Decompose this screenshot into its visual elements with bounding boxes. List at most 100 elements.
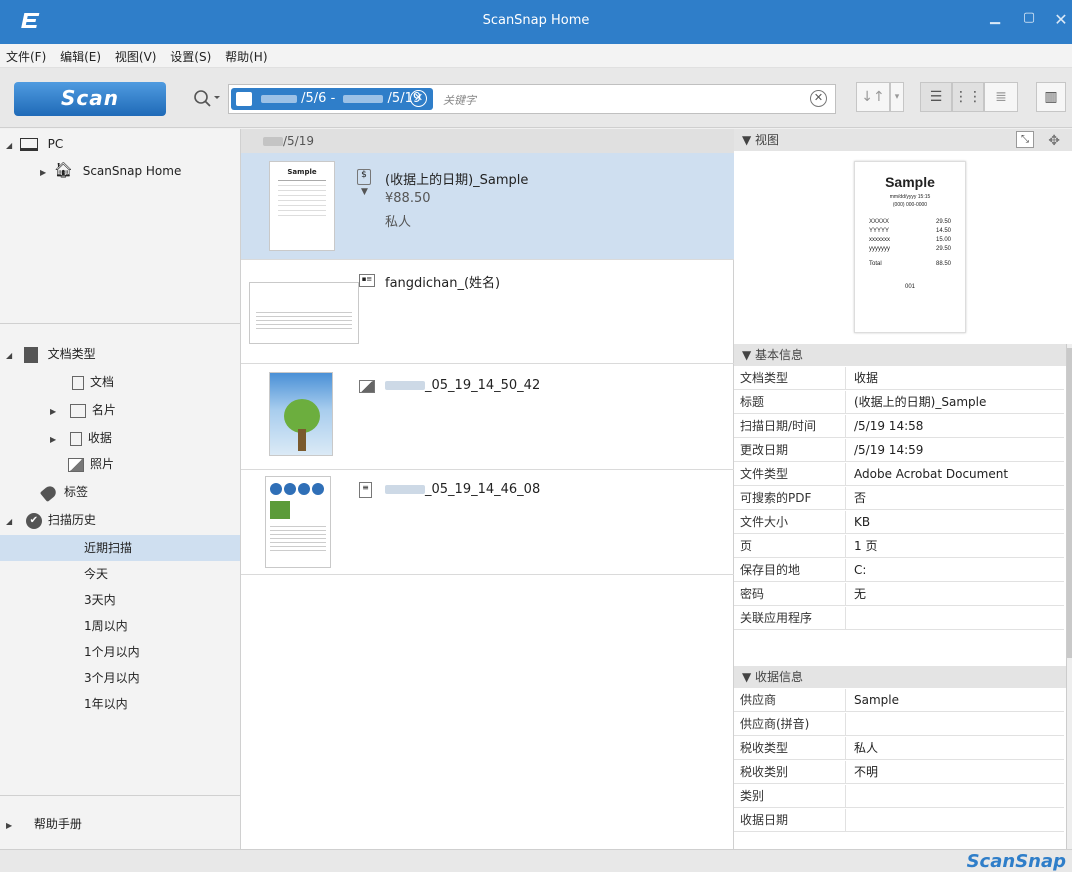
view-list-button[interactable]: ☰ bbox=[920, 82, 952, 112]
property-label: 密码 bbox=[740, 587, 765, 601]
list-item[interactable]: _05_19_14_50_42 bbox=[241, 364, 734, 470]
property-row: 税收类型 私人 bbox=[734, 737, 1064, 760]
property-row: 扫描日期/时间/5/19 14:58 bbox=[734, 415, 1064, 438]
doc-type-icon bbox=[23, 346, 38, 363]
tree-type-card[interactable]: ▶ 名片 bbox=[50, 397, 116, 423]
menu-view[interactable]: 视图(V) bbox=[111, 44, 161, 65]
tree-scansnap-home[interactable]: ▶ 🏠︎ ScanSnap Home bbox=[40, 157, 181, 183]
receipt-info-header[interactable]: ▼ 收据信息 bbox=[734, 666, 1066, 688]
close-button[interactable]: ✕ bbox=[1050, 10, 1072, 32]
computer-icon bbox=[19, 138, 38, 151]
property-value[interactable]: 收据 bbox=[854, 367, 1060, 390]
property-row: 文件大小 KB bbox=[734, 511, 1064, 534]
property-value[interactable]: 1 页 bbox=[854, 535, 1060, 558]
property-value[interactable]: C: bbox=[854, 559, 1060, 582]
tree-type-document[interactable]: 文档 bbox=[72, 369, 114, 395]
preview-lines: XXXXX 29.50 YYYYY 14.50 xxxxxxx 15.00 yyyyy… bbox=[869, 219, 951, 290]
property-row: 文档类型 收据 bbox=[734, 367, 1064, 390]
maximize-button[interactable]: ▢ bbox=[1018, 10, 1040, 32]
zoom-fit-icon[interactable]: ⤡ bbox=[1016, 131, 1034, 148]
history-1year[interactable]: 1年以内 bbox=[84, 691, 128, 717]
expand-icon[interactable]: ▼ bbox=[361, 187, 368, 197]
expanded-arrow-icon: ◢ bbox=[6, 141, 13, 150]
list-item[interactable]: Sample $ ▼ (收据上的日期)_Sample ¥88.50 私人 bbox=[241, 153, 734, 260]
tree-type-receipt[interactable]: ▶ 收据 bbox=[50, 425, 112, 451]
search-bar[interactable]: /5/6 - /5/19 ✕ 关键字 ✕ bbox=[228, 84, 836, 114]
property-row: 可搜索的PDF 否 bbox=[734, 487, 1064, 510]
receipt-preview: Sample mm/dd/yyyy 15:15 (000) 000-0000 X… bbox=[854, 161, 966, 333]
sort-button[interactable]: ↓↑ bbox=[856, 82, 890, 112]
keyword-input[interactable]: 关键字 bbox=[443, 92, 476, 108]
help-manual[interactable]: ▶ 帮助手册 bbox=[6, 811, 82, 837]
tree-scan-history[interactable]: ◢ ✔ 扫描历史 bbox=[6, 507, 96, 533]
view-detail-button[interactable]: ≣ bbox=[984, 82, 1018, 112]
property-value[interactable]: 私人 bbox=[854, 737, 1060, 760]
tag-icon bbox=[39, 483, 59, 502]
calendar-icon bbox=[236, 92, 252, 106]
window-title: ScanSnap Home bbox=[482, 13, 590, 28]
history-3days[interactable]: 3天内 bbox=[84, 587, 116, 613]
tree-doc-type[interactable]: ◢ 文档类型 bbox=[6, 341, 96, 367]
divider bbox=[0, 323, 241, 324]
history-recent[interactable]: 近期扫描 bbox=[0, 535, 240, 561]
property-value[interactable]: /5/19 14:59 bbox=[854, 439, 1060, 462]
property-value[interactable]: (收据上的日期)_Sample bbox=[854, 391, 1060, 414]
view-grid-button[interactable]: ⋮⋮ bbox=[952, 82, 984, 112]
tree-pc[interactable]: ◢ PC bbox=[6, 131, 63, 157]
detail-scrollbar[interactable] bbox=[1066, 344, 1072, 849]
property-value[interactable]: KB bbox=[854, 511, 1060, 534]
history-1week[interactable]: 1周以内 bbox=[84, 613, 128, 639]
property-value[interactable]: 否 bbox=[854, 487, 1060, 510]
property-label: 保存目的地 bbox=[740, 563, 801, 577]
item-amount: ¥88.50 bbox=[385, 191, 431, 206]
property-value[interactable]: 不明 bbox=[854, 761, 1060, 784]
menu-bar: 文件(F) 编辑(E) 视图(V) 设置(S) 帮助(H) bbox=[0, 44, 1072, 68]
property-label: 文档类型 bbox=[740, 371, 789, 385]
property-label: 关联应用程序 bbox=[740, 611, 813, 625]
property-row: 文件类型 Adobe Acrobat Document bbox=[734, 463, 1064, 486]
date-from: /5/6 - bbox=[301, 91, 336, 106]
collapsed-arrow-icon: ▶ bbox=[40, 168, 47, 177]
menu-file[interactable]: 文件(F) bbox=[2, 44, 50, 65]
receipt-icon bbox=[69, 431, 82, 446]
clear-date-icon[interactable]: ✕ bbox=[410, 90, 427, 107]
list-item[interactable]: ▪≡ fangdichan_(姓名) bbox=[241, 260, 734, 364]
clear-search-icon[interactable]: ✕ bbox=[810, 90, 827, 107]
minimize-button[interactable]: ▁ bbox=[984, 10, 1006, 32]
menu-edit[interactable]: 编辑(E) bbox=[56, 44, 105, 65]
property-row: 密码 无 bbox=[734, 583, 1064, 606]
tree-type-photo[interactable]: 照片 bbox=[68, 451, 114, 477]
document-icon: ≡ bbox=[359, 482, 372, 498]
menu-settings[interactable]: 设置(S) bbox=[166, 44, 215, 65]
menu-help[interactable]: 帮助(H) bbox=[221, 44, 271, 65]
scansnap-brand-logo: ScanSnap bbox=[966, 851, 1066, 872]
property-label: 更改日期 bbox=[740, 443, 789, 457]
property-label: 类别 bbox=[740, 789, 765, 803]
history-today[interactable]: 今天 bbox=[84, 561, 108, 587]
property-row: 供应商 Sample bbox=[734, 689, 1064, 712]
property-value[interactable]: Adobe Acrobat Document bbox=[854, 463, 1060, 486]
card-thumbnail bbox=[249, 282, 359, 344]
history-3months[interactable]: 3个月以内 bbox=[84, 665, 140, 691]
sort-dropdown-icon[interactable]: ▾ bbox=[890, 82, 904, 112]
date-range-filter[interactable]: /5/6 - /5/19 ✕ bbox=[231, 88, 433, 110]
status-bar: ScanSnap bbox=[0, 849, 1072, 872]
basic-info-header[interactable]: ▼ 基本信息 bbox=[734, 344, 1066, 366]
photo-icon bbox=[359, 380, 375, 393]
date-group-header: /5/19 bbox=[241, 129, 734, 153]
property-label: 供应商(拼音) bbox=[740, 717, 810, 731]
property-value[interactable]: Sample bbox=[854, 689, 1060, 712]
scan-button[interactable]: Scan bbox=[14, 82, 166, 116]
document-list: /5/19 Sample $ ▼ (收据上的日期)_Sample ¥88.50 … bbox=[241, 129, 734, 849]
history-1month[interactable]: 1个月以内 bbox=[84, 639, 140, 665]
pan-icon[interactable]: ✥ bbox=[1048, 130, 1060, 152]
preview-header[interactable]: ▼ 视图 ⤡ ✥ bbox=[734, 129, 1072, 151]
list-item[interactable]: ≡ _05_19_14_46_08 bbox=[241, 470, 734, 575]
tree-tags[interactable]: 标签 bbox=[39, 479, 88, 505]
toggle-panel-button[interactable]: ▥ bbox=[1036, 82, 1066, 112]
item-title: (收据上的日期)_Sample bbox=[385, 173, 529, 188]
property-label: 文件类型 bbox=[740, 467, 789, 481]
property-value[interactable]: /5/19 14:58 bbox=[854, 415, 1060, 438]
property-value[interactable]: 无 bbox=[854, 583, 1060, 606]
search-icon[interactable] bbox=[192, 88, 222, 110]
